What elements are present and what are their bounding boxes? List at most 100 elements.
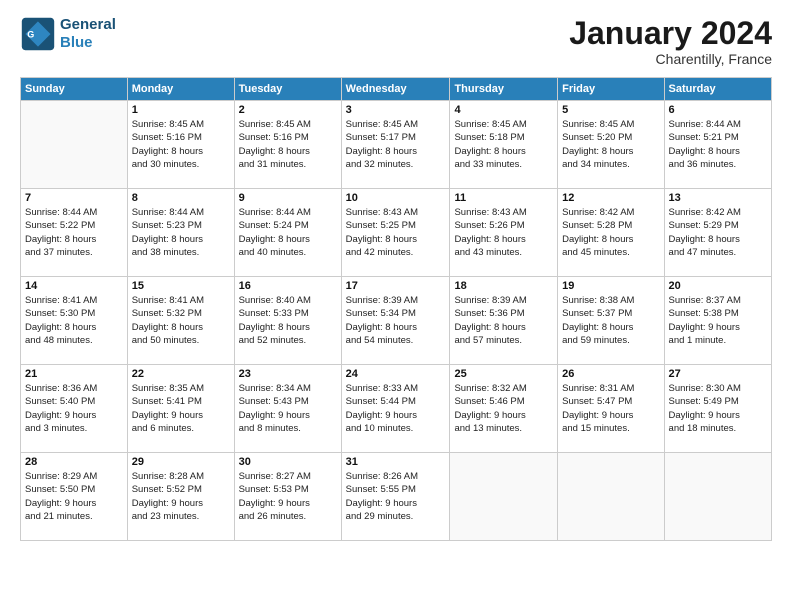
day-info: Sunrise: 8:39 AMSunset: 5:34 PMDaylight:… xyxy=(346,294,446,347)
day-info: Sunrise: 8:45 AMSunset: 5:16 PMDaylight:… xyxy=(132,118,230,171)
day-number: 12 xyxy=(562,192,659,204)
calendar-cell: 11Sunrise: 8:43 AMSunset: 5:26 PMDayligh… xyxy=(450,189,558,277)
calendar-cell: 8 Sunrise: 8:44 AMSunset: 5:23 PMDaylight… xyxy=(127,189,234,277)
calendar-cell: 27 Sunrise: 8:30 AMSunset: 5:49 PMDayligh… xyxy=(664,365,771,453)
day-info: Sunrise: 8:44 AMSunset: 5:23 PMDaylight:… xyxy=(132,206,230,259)
location-subtitle: Charentilly, France xyxy=(569,51,772,67)
calendar-cell xyxy=(558,453,664,541)
week-row-4: 21Sunrise: 8:36 AMSunset: 5:40 PMDayligh… xyxy=(21,365,772,453)
calendar-cell: 18 Sunrise: 8:39 AMSunset: 5:36 PMDayligh… xyxy=(450,277,558,365)
day-info: Sunrise: 8:43 AMSunset: 5:26 PMDaylight:… xyxy=(454,206,553,259)
calendar-cell: 4 Sunrise: 8:45 AMSunset: 5:18 PMDaylight… xyxy=(450,101,558,189)
day-number: 26 xyxy=(562,368,659,380)
day-info: Sunrise: 8:44 AMSunset: 5:24 PMDaylight:… xyxy=(239,206,337,259)
calendar-cell: 24 Sunrise: 8:33 AMSunset: 5:44 PMDayligh… xyxy=(341,365,450,453)
day-header-friday: Friday xyxy=(558,78,664,101)
day-info: Sunrise: 8:31 AMSunset: 5:47 PMDaylight:… xyxy=(562,382,659,435)
week-row-2: 7 Sunrise: 8:44 AMSunset: 5:22 PMDaylight… xyxy=(21,189,772,277)
day-info: Sunrise: 8:43 AMSunset: 5:25 PMDaylight:… xyxy=(346,206,446,259)
day-number: 25 xyxy=(454,368,553,380)
day-number: 9 xyxy=(239,192,337,204)
day-info: Sunrise: 8:32 AMSunset: 5:46 PMDaylight:… xyxy=(454,382,553,435)
calendar-cell: 22 Sunrise: 8:35 AMSunset: 5:41 PMDayligh… xyxy=(127,365,234,453)
logo-text: General Blue xyxy=(60,16,116,52)
calendar-cell: 21Sunrise: 8:36 AMSunset: 5:40 PMDayligh… xyxy=(21,365,128,453)
day-number: 5 xyxy=(562,104,659,116)
day-number: 8 xyxy=(132,192,230,204)
day-info: Sunrise: 8:29 AMSunset: 5:50 PMDaylight:… xyxy=(25,470,123,523)
calendar-cell: 6 Sunrise: 8:44 AMSunset: 5:21 PMDaylight… xyxy=(664,101,771,189)
day-info: Sunrise: 8:33 AMSunset: 5:44 PMDaylight:… xyxy=(346,382,446,435)
calendar-cell: 12Sunrise: 8:42 AMSunset: 5:28 PMDayligh… xyxy=(558,189,664,277)
day-header-thursday: Thursday xyxy=(450,78,558,101)
calendar-cell: 26 Sunrise: 8:31 AMSunset: 5:47 PMDayligh… xyxy=(558,365,664,453)
day-info: Sunrise: 8:38 AMSunset: 5:37 PMDaylight:… xyxy=(562,294,659,347)
calendar-cell: 23 Sunrise: 8:34 AMSunset: 5:43 PMDayligh… xyxy=(234,365,341,453)
calendar-cell: 5Sunrise: 8:45 AMSunset: 5:20 PMDaylight… xyxy=(558,101,664,189)
day-header-tuesday: Tuesday xyxy=(234,78,341,101)
week-row-3: 14 Sunrise: 8:41 AMSunset: 5:30 PMDayligh… xyxy=(21,277,772,365)
calendar-cell xyxy=(450,453,558,541)
day-number: 4 xyxy=(454,104,553,116)
calendar-cell xyxy=(664,453,771,541)
calendar-cell: 14 Sunrise: 8:41 AMSunset: 5:30 PMDayligh… xyxy=(21,277,128,365)
calendar-cell: 2Sunrise: 8:45 AMSunset: 5:16 PMDaylight… xyxy=(234,101,341,189)
calendar-cell: 30 Sunrise: 8:27 AMSunset: 5:53 PMDayligh… xyxy=(234,453,341,541)
week-row-1: 1Sunrise: 8:45 AMSunset: 5:16 PMDaylight… xyxy=(21,101,772,189)
day-info: Sunrise: 8:35 AMSunset: 5:41 PMDaylight:… xyxy=(132,382,230,435)
calendar-cell: 19 Sunrise: 8:38 AMSunset: 5:37 PMDayligh… xyxy=(558,277,664,365)
day-info: Sunrise: 8:44 AMSunset: 5:21 PMDaylight:… xyxy=(669,118,767,171)
day-number: 17 xyxy=(346,280,446,292)
day-header-wednesday: Wednesday xyxy=(341,78,450,101)
day-number: 28 xyxy=(25,456,123,468)
day-info: Sunrise: 8:41 AMSunset: 5:30 PMDaylight:… xyxy=(25,294,123,347)
day-info: Sunrise: 8:41 AMSunset: 5:32 PMDaylight:… xyxy=(132,294,230,347)
day-number: 23 xyxy=(239,368,337,380)
day-number: 7 xyxy=(25,192,123,204)
day-number: 22 xyxy=(132,368,230,380)
calendar-cell: 17 Sunrise: 8:39 AMSunset: 5:34 PMDayligh… xyxy=(341,277,450,365)
day-info: Sunrise: 8:45 AMSunset: 5:17 PMDaylight:… xyxy=(346,118,446,171)
page: G General Blue January 2024 Charentilly,… xyxy=(0,0,792,612)
day-info: Sunrise: 8:45 AMSunset: 5:18 PMDaylight:… xyxy=(454,118,553,171)
day-info: Sunrise: 8:42 AMSunset: 5:29 PMDaylight:… xyxy=(669,206,767,259)
day-number: 13 xyxy=(669,192,767,204)
logo: G General Blue xyxy=(20,16,116,52)
week-row-5: 28 Sunrise: 8:29 AMSunset: 5:50 PMDayligh… xyxy=(21,453,772,541)
calendar-cell: 28 Sunrise: 8:29 AMSunset: 5:50 PMDayligh… xyxy=(21,453,128,541)
day-number: 14 xyxy=(25,280,123,292)
day-number: 15 xyxy=(132,280,230,292)
day-info: Sunrise: 8:30 AMSunset: 5:49 PMDaylight:… xyxy=(669,382,767,435)
day-number: 6 xyxy=(669,104,767,116)
day-number: 31 xyxy=(346,456,446,468)
day-info: Sunrise: 8:34 AMSunset: 5:43 PMDaylight:… xyxy=(239,382,337,435)
day-number: 10 xyxy=(346,192,446,204)
calendar-cell: 31 Sunrise: 8:26 AMSunset: 5:55 PMDayligh… xyxy=(341,453,450,541)
day-number: 20 xyxy=(669,280,767,292)
day-info: Sunrise: 8:45 AMSunset: 5:16 PMDaylight:… xyxy=(239,118,337,171)
title-block: January 2024 Charentilly, France xyxy=(569,16,772,67)
day-number: 24 xyxy=(346,368,446,380)
day-info: Sunrise: 8:27 AMSunset: 5:53 PMDaylight:… xyxy=(239,470,337,523)
header-row: SundayMondayTuesdayWednesdayThursdayFrid… xyxy=(21,78,772,101)
day-info: Sunrise: 8:44 AMSunset: 5:22 PMDaylight:… xyxy=(25,206,123,259)
calendar-cell: 10 Sunrise: 8:43 AMSunset: 5:25 PMDayligh… xyxy=(341,189,450,277)
calendar-cell: 7 Sunrise: 8:44 AMSunset: 5:22 PMDaylight… xyxy=(21,189,128,277)
day-number: 3 xyxy=(346,104,446,116)
day-info: Sunrise: 8:36 AMSunset: 5:40 PMDaylight:… xyxy=(25,382,123,435)
logo-icon: G xyxy=(20,16,56,52)
day-number: 19 xyxy=(562,280,659,292)
day-info: Sunrise: 8:26 AMSunset: 5:55 PMDaylight:… xyxy=(346,470,446,523)
day-info: Sunrise: 8:37 AMSunset: 5:38 PMDaylight:… xyxy=(669,294,767,347)
day-number: 30 xyxy=(239,456,337,468)
day-info: Sunrise: 8:39 AMSunset: 5:36 PMDaylight:… xyxy=(454,294,553,347)
month-title: January 2024 xyxy=(569,16,772,51)
day-header-sunday: Sunday xyxy=(21,78,128,101)
calendar-cell: 20 Sunrise: 8:37 AMSunset: 5:38 PMDayligh… xyxy=(664,277,771,365)
day-number: 27 xyxy=(669,368,767,380)
day-info: Sunrise: 8:40 AMSunset: 5:33 PMDaylight:… xyxy=(239,294,337,347)
day-number: 18 xyxy=(454,280,553,292)
day-header-monday: Monday xyxy=(127,78,234,101)
calendar-table: SundayMondayTuesdayWednesdayThursdayFrid… xyxy=(20,77,772,541)
calendar-cell: 29Sunrise: 8:28 AMSunset: 5:52 PMDayligh… xyxy=(127,453,234,541)
